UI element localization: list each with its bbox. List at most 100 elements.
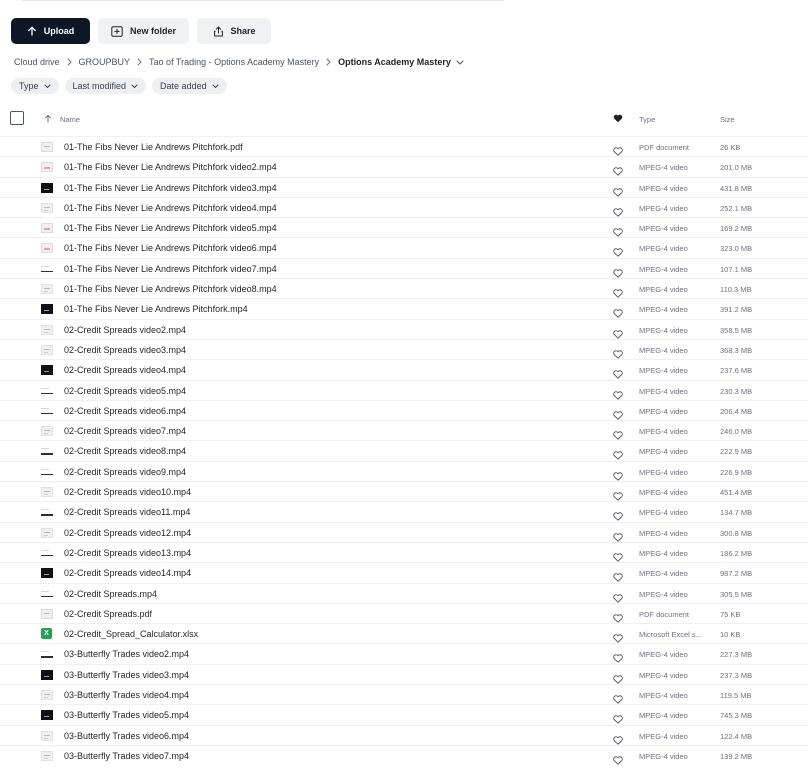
file-size: 10 KB xyxy=(720,630,741,640)
file-name[interactable]: 01-The Fibs Never Lie Andrews Pitchfork … xyxy=(64,183,277,193)
file-name[interactable]: 01-The Fibs Never Lie Andrews Pitchfork … xyxy=(64,264,277,274)
file-name[interactable]: 02-Credit Spreads.pdf xyxy=(64,609,152,619)
table-row[interactable]: 02-Credit Spreads video13.mp4 MPEG-4 vide… xyxy=(0,541,808,562)
type-filter[interactable]: Type xyxy=(11,78,59,94)
table-row[interactable]: 02-Credit Spreads video14.mp4 MPEG-4 vide… xyxy=(0,562,808,583)
file-name[interactable]: 01-The Fibs Never Lie Andrews Pitchfork … xyxy=(64,162,277,172)
file-type: MPEG-4 video xyxy=(639,589,688,599)
file-name[interactable]: 02-Credit Spreads video4.mp4 xyxy=(64,365,186,375)
table-row[interactable]: 03-Butterfly Trades video5.mp4 MPEG-4 vid… xyxy=(0,704,808,725)
table-row[interactable]: 02-Credit Spreads video10.mp4 MPEG-4 vide… xyxy=(0,481,808,501)
table-row[interactable]: 02-Credit Spreads video5.mp4 MPEG-4 video… xyxy=(0,379,808,400)
file-name[interactable]: 03-Butterfly Trades video4.mp4 xyxy=(64,690,189,700)
breadcrumb-item-groupbuy[interactable]: GROUPBUY xyxy=(79,57,131,67)
file-size: 368.3 MB xyxy=(720,345,753,355)
table-row[interactable]: 03-Butterfly Trades video3.mp4 MPEG-4 vid… xyxy=(0,663,808,684)
file-name[interactable]: 02-Credit_Spread_Calculator.xlsx xyxy=(64,629,198,639)
heart-icon[interactable] xyxy=(613,114,623,125)
table-row[interactable]: 02-Credit Spreads.mp4 MPEG-4 video 305.5 M… xyxy=(0,582,808,603)
last-modified-filter[interactable]: Last modified xyxy=(64,78,147,94)
table-row[interactable]: 01-The Fibs Never Lie Andrews Pitchfork … xyxy=(0,278,808,298)
chevron-right-icon xyxy=(326,58,331,66)
file-name[interactable]: 01-The Fibs Never Lie Andrews Pitchfork … xyxy=(64,223,277,233)
column-header-type[interactable]: Type xyxy=(639,115,655,124)
table-row[interactable]: 02-Credit Spreads video2.mp4 MPEG-4 video… xyxy=(0,318,808,339)
file-name[interactable]: 03-Butterfly Trades video2.mp4 xyxy=(64,649,189,659)
share-button[interactable]: Share xyxy=(197,18,272,44)
table-row[interactable]: 03-Butterfly Trades video2.mp4 MPEG-4 vid… xyxy=(0,643,808,664)
table-row[interactable]: 02-Credit Spreads video12.mp4 MPEG-4 vide… xyxy=(0,521,808,542)
upload-button[interactable]: Upload xyxy=(11,18,90,44)
table-row[interactable]: 01-The Fibs Never Lie Andrews Pitchfork … xyxy=(0,257,808,278)
table-row[interactable]: 01-The Fibs Never Lie Andrews Pitchfork … xyxy=(0,237,808,258)
column-header-size[interactable]: Size xyxy=(720,115,735,124)
file-name[interactable]: 02-Credit Spreads video2.mp4 xyxy=(64,325,186,335)
file-size: 186.2 MB xyxy=(720,548,753,558)
file-name[interactable]: 01-The Fibs Never Lie Andrews Pitchfork … xyxy=(64,243,277,253)
table-row[interactable]: 02-Credit Spreads video3.mp4 MPEG-4 video… xyxy=(0,338,808,359)
table-row[interactable]: 03-Butterfly Trades video6.mp4 MPEG-4 vid… xyxy=(0,724,808,745)
table-row[interactable]: 01-The Fibs Never Lie Andrews Pitchfork … xyxy=(0,156,808,177)
file-size: 451.4 MB xyxy=(720,488,753,498)
file-name[interactable]: 02-Credit Spreads video11.mp4 xyxy=(64,507,190,517)
filter-bar: Type Last modified Date added xyxy=(11,78,227,94)
file-type: MPEG-4 video xyxy=(639,264,688,274)
table-row[interactable]: 01-The Fibs Never Lie Andrews Pitchfork.… xyxy=(0,136,808,156)
file-name[interactable]: 03-Butterfly Trades video3.mp4 xyxy=(64,670,189,680)
table-row[interactable]: 01-The Fibs Never Lie Andrews Pitchfork … xyxy=(0,176,808,197)
table-row[interactable]: 01-The Fibs Never Lie Andrews Pitchfork … xyxy=(0,217,808,238)
breadcrumb-item-tao-of-trading[interactable]: Tao of Trading - Options Academy Mastery xyxy=(149,57,319,67)
chevron-down-icon[interactable] xyxy=(456,60,464,65)
table-row[interactable]: 02-Credit Spreads video9.mp4 MPEG-4 video… xyxy=(0,460,808,481)
file-name[interactable]: 02-Credit Spreads video9.mp4 xyxy=(64,467,186,477)
table-row[interactable]: 02-Credit Spreads video7.mp4 MPEG-4 video… xyxy=(0,420,808,440)
column-header-name[interactable]: Name xyxy=(60,115,80,124)
new-folder-button[interactable]: New folder xyxy=(98,18,190,44)
file-name[interactable]: 02-Credit Spreads video8.mp4 xyxy=(64,446,186,456)
file-size: 391.2 MB xyxy=(720,305,753,315)
file-type: MPEG-4 video xyxy=(639,731,688,741)
file-name[interactable]: 02-Credit Spreads video5.mp4 xyxy=(64,386,186,396)
file-name[interactable]: 02-Credit Spreads video3.mp4 xyxy=(64,345,186,355)
file-name[interactable]: 02-Credit Spreads video14.mp4 xyxy=(64,568,191,578)
file-name[interactable]: 01-The Fibs Never Lie Andrews Pitchfork … xyxy=(64,203,277,213)
file-type: MPEG-4 video xyxy=(639,488,688,498)
video-thumbnail-icon xyxy=(41,162,53,173)
file-type: MPEG-4 video xyxy=(639,711,688,721)
file-size: 237.6 MB xyxy=(720,366,753,376)
table-row[interactable]: 02-Credit Spreads video11.mp4 MPEG-4 vide… xyxy=(0,501,808,522)
table-row[interactable]: 03-Butterfly Trades video7.mp4 MPEG-4 vid… xyxy=(0,744,808,768)
breadcrumb-item-cloud-drive[interactable]: Cloud drive xyxy=(14,57,60,67)
table-row[interactable]: 03-Butterfly Trades video4.mp4 MPEG-4 vid… xyxy=(0,684,808,704)
table-row[interactable]: X 02-Credit_Spread_Calculator.xlsx Microso… xyxy=(0,623,808,643)
table-row[interactable]: 02-Credit Spreads video8.mp4 MPEG-4 video… xyxy=(0,440,808,461)
table-row[interactable]: 02-Credit Spreads video6.mp4 MPEG-4 video… xyxy=(0,399,808,420)
table-row[interactable]: 01-The Fibs Never Lie Andrews Pitchfork.… xyxy=(0,298,808,319)
file-name[interactable]: 01-The Fibs Never Lie Andrews Pitchfork … xyxy=(64,284,277,294)
file-type: MPEG-4 video xyxy=(639,345,688,355)
date-added-filter[interactable]: Date added xyxy=(152,78,227,94)
table-row[interactable]: 01-The Fibs Never Lie Andrews Pitchfork … xyxy=(0,196,808,217)
table-header: Name Type Size xyxy=(0,109,810,129)
table-row[interactable]: 02-Credit Spreads video4.mp4 MPEG-4 video… xyxy=(0,359,808,380)
file-name[interactable]: 03-Butterfly Trades video7.mp4 xyxy=(64,751,189,761)
file-name[interactable]: 02-Credit Spreads video10.mp4 xyxy=(64,487,191,497)
table-row[interactable]: 02-Credit Spreads.pdf PDF document 75 KB xyxy=(0,602,808,623)
file-size: 110.3 MB xyxy=(720,285,752,295)
file-name[interactable]: 02-Credit Spreads video12.mp4 xyxy=(64,528,191,538)
file-size: 139.2 MB xyxy=(720,751,753,761)
file-name[interactable]: 01-The Fibs Never Lie Andrews Pitchfork.… xyxy=(64,142,243,152)
breadcrumb-current[interactable]: Options Academy Mastery xyxy=(338,57,451,67)
arrow-up-icon[interactable] xyxy=(44,114,52,125)
share-icon xyxy=(213,26,224,37)
chevron-down-icon xyxy=(44,81,51,91)
file-name[interactable]: 02-Credit Spreads video7.mp4 xyxy=(64,426,186,436)
file-name[interactable]: 02-Credit Spreads.mp4 xyxy=(64,589,157,599)
file-name[interactable]: 01-The Fibs Never Lie Andrews Pitchfork.… xyxy=(64,304,248,314)
file-name[interactable]: 03-Butterfly Trades video6.mp4 xyxy=(64,731,189,741)
file-name[interactable]: 02-Credit Spreads video13.mp4 xyxy=(64,548,191,558)
heart-icon[interactable] xyxy=(613,752,623,768)
select-all-checkbox[interactable] xyxy=(10,111,24,125)
file-name[interactable]: 03-Butterfly Trades video5.mp4 xyxy=(64,710,189,720)
file-name[interactable]: 02-Credit Spreads video6.mp4 xyxy=(64,406,186,416)
